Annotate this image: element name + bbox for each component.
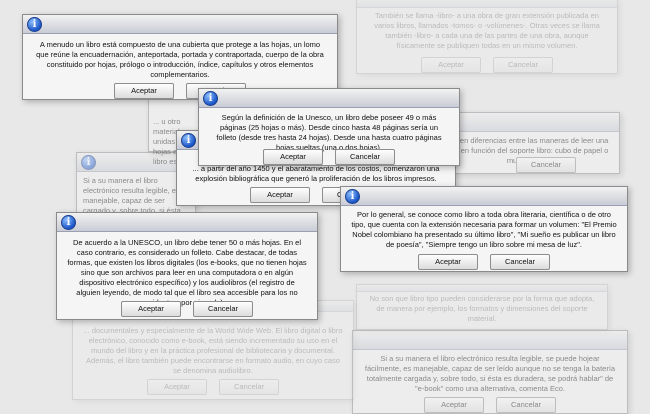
message-dialog: También se llama -libro- a una obra de g… <box>356 0 618 74</box>
accept-button[interactable]: Aceptar <box>121 301 181 317</box>
dialog-titlebar: i <box>341 187 627 206</box>
message-dialog: Si a su manera el libro electrónico resu… <box>352 330 628 414</box>
dialog-message: Según la definición de la Unesco, un lib… <box>216 113 442 152</box>
accept-button[interactable]: Aceptar <box>424 397 484 413</box>
cancel-button[interactable]: Cancelar <box>516 157 576 173</box>
dialog-titlebar <box>357 0 617 8</box>
dialog-message: De acuerdo a la UNESCO, un libro debe te… <box>67 238 307 307</box>
info-icon: i <box>81 155 96 170</box>
cancel-button[interactable]: Cancelar <box>493 57 553 73</box>
info-icon: i <box>345 189 360 204</box>
info-icon: i <box>27 17 42 32</box>
accept-button[interactable]: Aceptar <box>147 379 207 395</box>
dialog-titlebar: i <box>23 15 337 34</box>
accept-button[interactable]: Aceptar <box>421 57 481 73</box>
message-dialog: i Por lo general, se conoce como libro a… <box>340 186 628 272</box>
dialog-message: También se llama -libro- a una obra de g… <box>374 11 600 50</box>
cancel-button[interactable]: Cancelar <box>193 301 253 317</box>
message-dialog: i Según la definición de la Unesco, un l… <box>198 88 460 166</box>
message-dialog: i De acuerdo a la UNESCO, un libro debe … <box>56 212 318 320</box>
message-dialog: i Existen diferencias entre las maneras … <box>432 112 620 174</box>
cancel-button[interactable]: Cancelar <box>335 149 395 165</box>
info-icon: i <box>61 215 76 230</box>
dialog-message: A menudo un libro está compuesto de una … <box>36 40 324 79</box>
dialog-titlebar: i <box>57 213 317 232</box>
message-dialog: No son que libro tipo pueden considerars… <box>356 284 608 330</box>
accept-button[interactable]: Aceptar <box>263 149 323 165</box>
cancel-button[interactable]: Cancelar <box>490 254 550 270</box>
dialog-titlebar: i <box>199 89 459 108</box>
dialog-message: No son que libro tipo pueden considerars… <box>369 294 595 323</box>
accept-button[interactable]: Aceptar <box>418 254 478 270</box>
accept-button[interactable]: Aceptar <box>114 83 174 99</box>
dialog-titlebar <box>357 285 607 292</box>
cancel-button[interactable]: Cancelar <box>496 397 556 413</box>
dialog-titlebar: i <box>433 113 619 132</box>
dialog-message: Si a su manera el libro electrónico resu… <box>364 354 616 393</box>
cancel-button[interactable]: Cancelar <box>219 379 279 395</box>
dialog-message: Por lo general, se conoce como libro a t… <box>351 210 617 249</box>
info-icon: i <box>181 133 196 148</box>
info-icon: i <box>203 91 218 106</box>
dialog-titlebar <box>353 331 627 350</box>
dialog-message: ... documentales y especialmente de la W… <box>83 326 343 375</box>
accept-button[interactable]: Aceptar <box>250 187 310 203</box>
